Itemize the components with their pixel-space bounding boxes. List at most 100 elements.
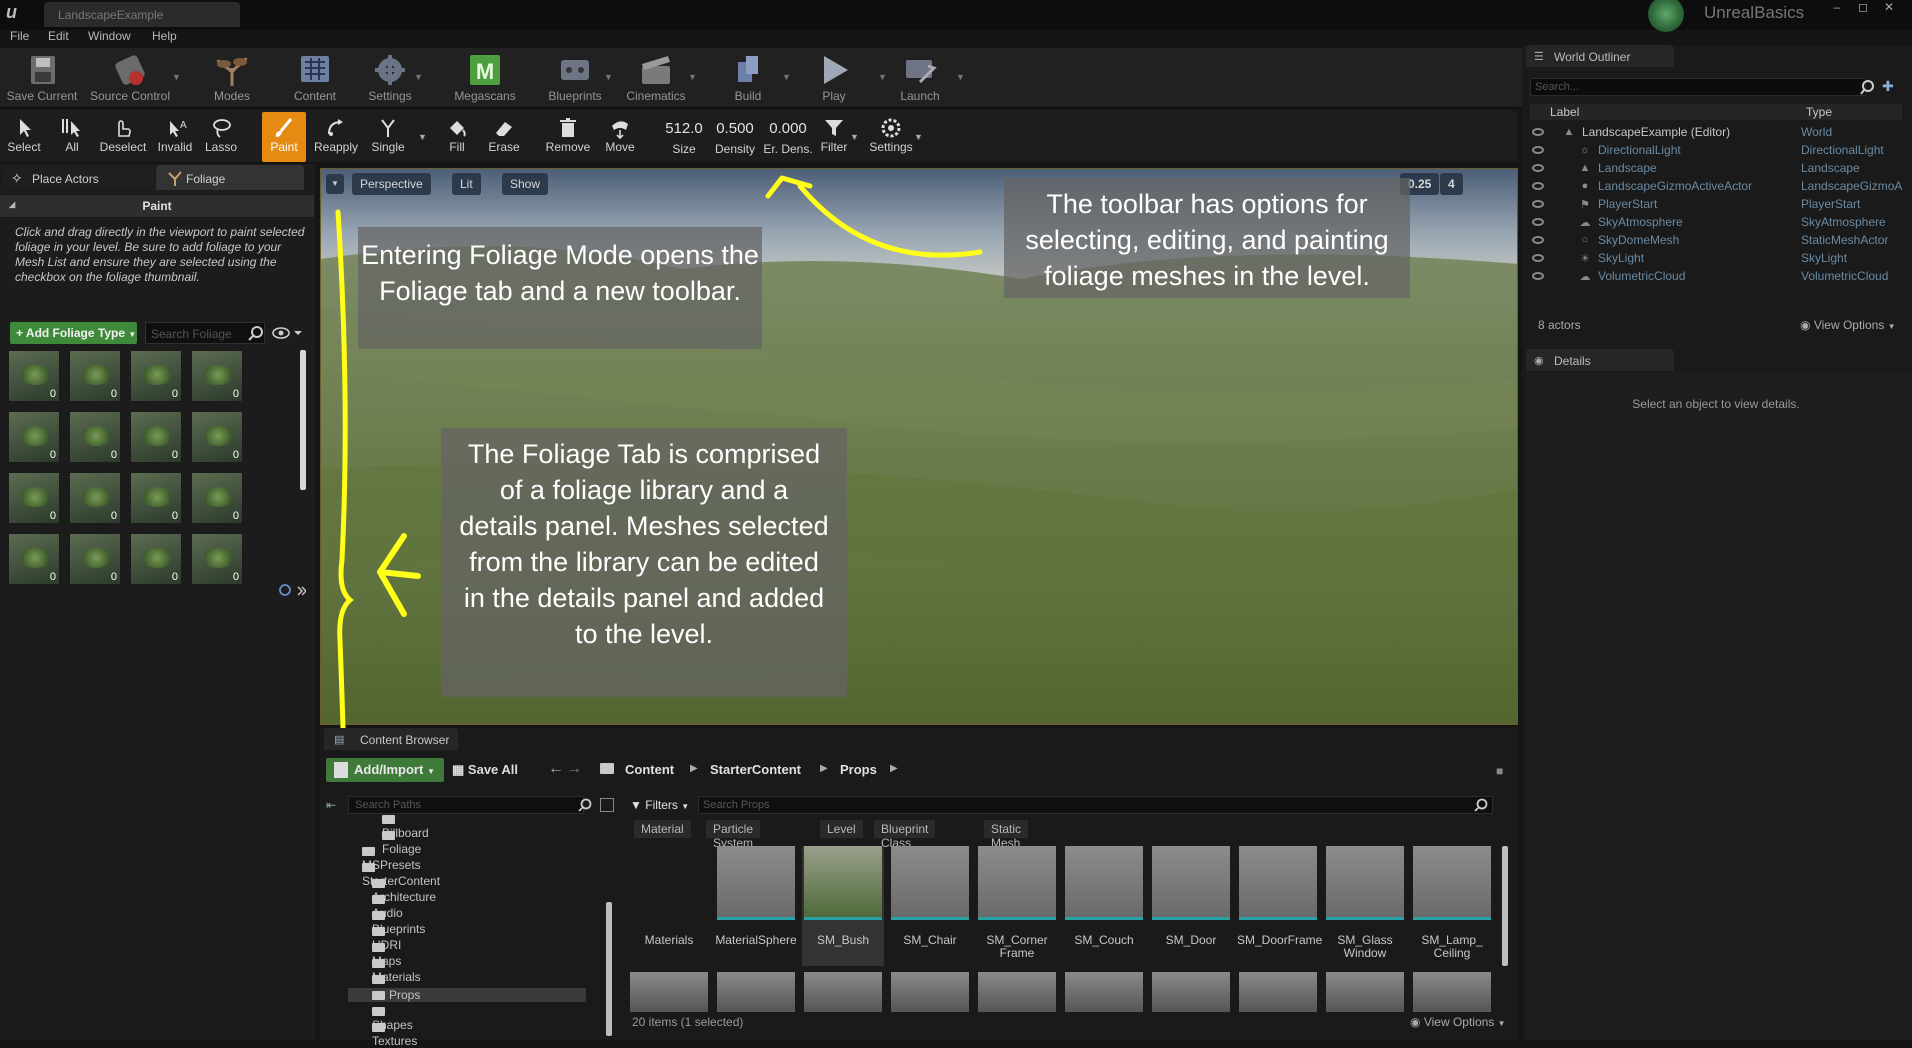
filters-label: Filters xyxy=(645,798,678,812)
asset-scrollbar[interactable] xyxy=(1502,846,1508,966)
folder-tree-item[interactable]: Textures xyxy=(372,1020,417,1048)
save-all-button[interactable]: ▦ Save All xyxy=(452,762,518,778)
actor-label: VolumetricCloud xyxy=(1598,269,1686,283)
outliner-row[interactable]: ○ SkyDomeMesh StaticMeshActor xyxy=(1530,232,1910,250)
outliner-row[interactable]: ☁ VolumetricCloud VolumetricCloud xyxy=(1530,268,1910,286)
sources-toggle-icon[interactable]: ⇤ xyxy=(326,798,336,812)
search-icon xyxy=(1474,798,1488,812)
visibility-eye-icon[interactable] xyxy=(1532,164,1544,172)
folder-icon xyxy=(362,847,375,856)
breadcrumb-startercontent[interactable]: StarterContent xyxy=(710,762,801,777)
tree-scrollbar[interactable] xyxy=(606,902,612,1036)
asset-tile[interactable]: SM_Chair xyxy=(889,846,971,966)
visibility-eye-icon[interactable] xyxy=(1532,128,1544,136)
visibility-eye-icon[interactable] xyxy=(1532,272,1544,280)
folder-tree-item[interactable]: Props xyxy=(348,988,586,1002)
filter-chip[interactable]: Static Mesh xyxy=(984,820,1029,850)
tab-world-outliner[interactable]: ☰ World Outliner xyxy=(1526,45,1674,67)
visibility-eye-icon[interactable] xyxy=(1532,146,1544,154)
outliner-row[interactable]: ☀ SkyLight SkyLight xyxy=(1530,250,1910,268)
tab-details[interactable]: ◉ Details xyxy=(1526,349,1674,371)
actor-label: Landscape xyxy=(1598,161,1657,175)
outliner-search-input[interactable]: Search... xyxy=(1530,78,1866,96)
add-import-button[interactable]: Add/Import ▼ xyxy=(326,758,444,782)
filter-chip[interactable]: Material xyxy=(634,820,691,838)
actor-type: DirectionalLight xyxy=(1801,143,1884,157)
file-add-icon xyxy=(334,762,348,778)
col-type[interactable]: Type xyxy=(1806,105,1832,119)
forward-arrow-icon[interactable]: → xyxy=(566,760,582,778)
asset-tile[interactable] xyxy=(630,972,708,1012)
actor-type-icon: ○ xyxy=(1581,234,1589,246)
eye-icon: ◉ xyxy=(1410,1015,1421,1029)
filter-chip[interactable]: Blueprint Class xyxy=(874,820,936,850)
outliner-row[interactable]: ☼ DirectionalLight DirectionalLight xyxy=(1530,142,1910,160)
outliner-row[interactable]: ⚑ PlayerStart PlayerStart xyxy=(1530,196,1910,214)
asset-tile[interactable] xyxy=(978,972,1056,1012)
outliner-row[interactable]: ▲ Landscape Landscape xyxy=(1530,160,1910,178)
asset-tile[interactable]: SM_Door xyxy=(1150,846,1232,966)
asset-tile[interactable]: SM_Corner Frame xyxy=(976,846,1058,966)
filter-icon: ▼ xyxy=(630,798,642,812)
visibility-eye-icon[interactable] xyxy=(1532,236,1544,244)
outliner-row[interactable]: ▲ LandscapeExample (Editor) World xyxy=(1530,124,1910,142)
folder-icon xyxy=(372,895,385,904)
folder-icon xyxy=(600,762,614,774)
outliner-row[interactable]: ☁ SkyAtmosphere SkyAtmosphere xyxy=(1530,214,1910,232)
asset-tile[interactable] xyxy=(1152,972,1230,1012)
actor-type-icon: ● xyxy=(1581,180,1589,192)
asset-tile[interactable]: SM_Couch xyxy=(1063,846,1145,966)
tab-content-browser[interactable]: ▤ Content Browser xyxy=(324,728,458,750)
chevron-down-icon: ▼ xyxy=(681,802,690,811)
path-view-options-icon[interactable] xyxy=(600,798,614,812)
asset-tile[interactable]: SM_DoorFrame xyxy=(1237,846,1322,966)
filter-chip[interactable]: Particle System xyxy=(706,820,761,850)
breadcrumb-props[interactable]: Props xyxy=(840,762,877,777)
asset-tile[interactable]: SM_Bush xyxy=(802,846,884,966)
asset-tile[interactable] xyxy=(1239,972,1317,1012)
asset-thumbnail xyxy=(1152,846,1230,920)
asset-name: SM_Chair xyxy=(903,933,957,947)
details-icon: ◉ xyxy=(1534,355,1544,367)
save-icon: ▦ xyxy=(452,762,465,777)
chevron-down-icon: ▼ xyxy=(1887,322,1896,331)
folder-icon xyxy=(372,927,385,936)
details-empty-text: Select an object to view details. xyxy=(1632,397,1800,411)
lock-icon[interactable]: ■ xyxy=(1496,764,1503,778)
filter-chip[interactable]: Level xyxy=(820,820,863,838)
asset-tile[interactable] xyxy=(1413,972,1491,1012)
asset-thumbnail xyxy=(1239,846,1317,920)
details-title: Details xyxy=(1554,354,1591,368)
filters-button[interactable]: ▼ Filters ▼ xyxy=(630,796,690,814)
asset-tile[interactable]: Materials xyxy=(628,846,710,966)
asset-tile[interactable]: SM_Lamp_ Ceiling xyxy=(1411,846,1493,966)
breadcrumb-separator-icon: ▶ xyxy=(690,763,698,774)
asset-tile[interactable] xyxy=(804,972,882,1012)
back-arrow-icon[interactable]: ← xyxy=(548,760,564,778)
asset-tile[interactable] xyxy=(891,972,969,1012)
actor-type-icon: ▲ xyxy=(1579,162,1591,174)
visibility-eye-icon[interactable] xyxy=(1532,182,1544,190)
asset-tile[interactable] xyxy=(717,972,795,1012)
asset-tile[interactable]: MaterialSphere xyxy=(715,846,797,966)
outliner-view-options[interactable]: ◉ View Options ▼ xyxy=(1800,318,1896,332)
visibility-eye-icon[interactable] xyxy=(1532,218,1544,226)
asset-tile[interactable] xyxy=(1326,972,1404,1012)
col-label[interactable]: Label xyxy=(1550,105,1579,119)
asset-name: SM_Lamp_ Ceiling xyxy=(1421,933,1483,960)
actor-type: SkyAtmosphere xyxy=(1801,215,1886,229)
asset-tile[interactable] xyxy=(1065,972,1143,1012)
actor-type-icon: ▲ xyxy=(1563,126,1575,138)
visibility-eye-icon[interactable] xyxy=(1532,200,1544,208)
visibility-eye-icon[interactable] xyxy=(1532,254,1544,262)
details-panel xyxy=(1526,372,1912,1040)
asset-tile[interactable]: SM_Glass Window xyxy=(1324,846,1406,966)
breadcrumb-content[interactable]: Content xyxy=(625,762,674,777)
search-props-input[interactable]: Search Props xyxy=(698,796,1493,814)
cb-view-options[interactable]: ◉ View Options ▼ xyxy=(1410,1015,1506,1029)
outliner-row[interactable]: ● LandscapeGizmoActiveActor LandscapeGizmo… xyxy=(1530,178,1910,196)
folder-icon xyxy=(372,975,385,984)
folder-icon xyxy=(382,815,395,824)
breadcrumb-separator-icon[interactable]: ▶ xyxy=(890,763,898,774)
add-actor-icon[interactable]: ✚ xyxy=(1882,78,1900,96)
